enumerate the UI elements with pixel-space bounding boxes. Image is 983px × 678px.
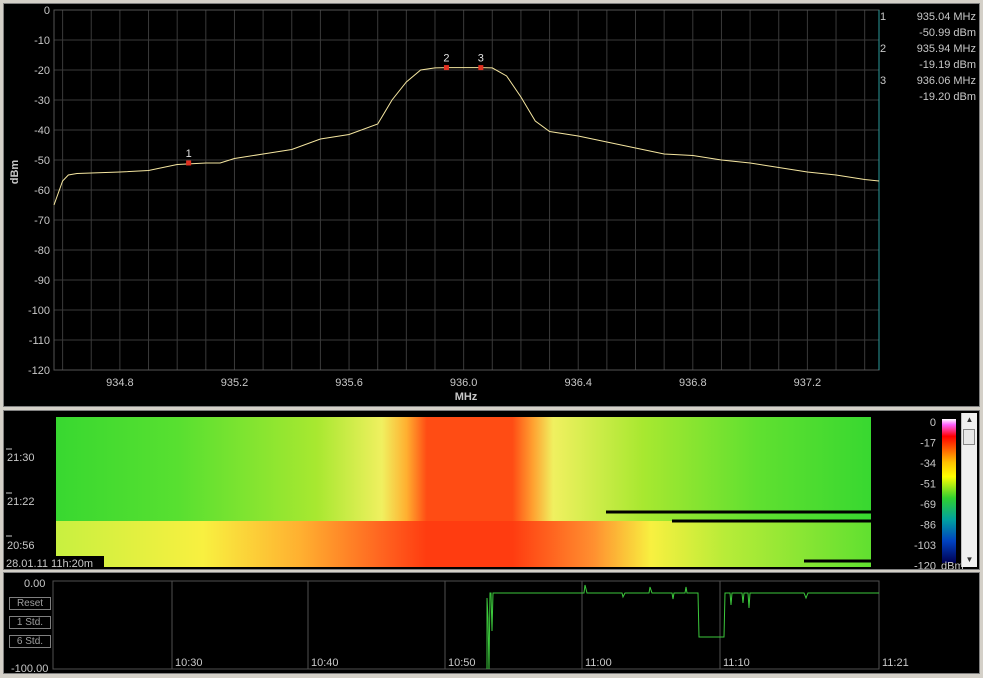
spectrum-panel[interactable]: 0 -10 -20 -30 -40 -50 -60 -70 -80 -90 -100 -110 -120… — [3, 3, 980, 407]
y-tick-label: -110 — [29, 335, 50, 347]
y-axis-label: dBm — [9, 160, 21, 185]
waterfall-time-label: 20:56 — [7, 540, 35, 552]
marker-2-level: -19.19 dBm — [919, 59, 976, 71]
marker-2-freq: 935.94 MHz — [916, 43, 976, 55]
waterfall-footer-timestamp: 28.01.11 11h:20m — [6, 558, 93, 569]
marker-1-point[interactable] — [186, 160, 192, 166]
history-time-label: 10:50 — [448, 657, 476, 669]
x-axis-label: MHz — [455, 391, 478, 403]
spectrum-y-ticks: 0 -10 -20 -30 -40 -50 -60 -70 -80 -90 -100 -110 -120 — [28, 5, 50, 377]
scroll-up-icon[interactable]: ▲ — [962, 413, 977, 427]
history-time-label: 10:30 — [175, 657, 203, 669]
x-tick-label: 935.2 — [221, 377, 249, 389]
y-tick-label: -60 — [34, 185, 50, 197]
color-scale-tick: -51 — [920, 479, 936, 491]
history-time-label: 11:10 — [723, 657, 750, 669]
color-scale-tick: -103 — [914, 540, 936, 552]
one-std-button[interactable]: 1 Std. — [9, 616, 51, 629]
marker-2-label: 2 — [443, 53, 449, 65]
y-tick-label: -20 — [34, 65, 50, 77]
color-scale-tick: -69 — [920, 499, 936, 511]
marker-1-level: -50.99 dBm — [919, 27, 976, 39]
scroll-down-icon[interactable]: ▼ — [962, 553, 977, 567]
history-time-label: 11:21 — [882, 657, 909, 669]
waterfall-chart[interactable]: 21:30 21:22 20:56 28.01.11 11h:20m 0 -17 -… — [4, 411, 979, 573]
color-scale-ticks: 0-17-34-51-69-86-103-120 dBm — [914, 417, 964, 573]
history-y-bottom: -100.00 — [11, 663, 48, 673]
x-tick-label: 936.4 — [564, 377, 592, 389]
y-tick-label: 0 — [44, 5, 50, 17]
waterfall-time-label: 21:22 — [7, 496, 35, 508]
marker-3-level: -19.20 dBm — [919, 91, 976, 103]
color-scale-tick: -86 — [920, 520, 936, 532]
history-y-top: 0.00 — [24, 578, 45, 590]
marker-1-freq: 935.04 MHz — [916, 11, 976, 23]
reset-button[interactable]: Reset — [9, 597, 51, 610]
y-tick-label: -80 — [34, 245, 50, 257]
marker-3-label: 3 — [478, 53, 484, 65]
x-tick-label: 935.6 — [335, 377, 363, 389]
history-time-label: 11:00 — [585, 657, 612, 669]
color-scale-tick: -34 — [920, 458, 936, 470]
y-tick-label: -70 — [34, 215, 50, 227]
waterfall-time-label: 21:30 — [7, 452, 35, 464]
spectrum-chart[interactable]: 0 -10 -20 -30 -40 -50 -60 -70 -80 -90 -100 -110 -120… — [4, 4, 979, 406]
y-tick-label: -40 — [34, 125, 50, 137]
history-time-label: 10:40 — [311, 657, 339, 669]
scroll-thumb[interactable] — [963, 429, 975, 445]
y-tick-label: -100 — [28, 305, 50, 317]
x-tick-label: 936.0 — [450, 377, 478, 389]
marker-1-label: 1 — [186, 148, 192, 160]
spectrum-trace — [53, 67, 880, 206]
marker-readout: 1 935.04 MHz -50.99 dBm 2 935.94 MHz -19… — [880, 9, 976, 109]
color-scale-bar — [942, 419, 956, 563]
history-trace — [486, 584, 879, 670]
marker-1-readout: 1 935.04 MHz -50.99 dBm — [880, 9, 976, 41]
y-tick-label: -120 — [28, 365, 50, 377]
spectrum-grid — [53, 9, 880, 371]
x-tick-label: 934.8 — [106, 377, 134, 389]
y-tick-label: -50 — [34, 155, 50, 167]
waterfall-recent-block — [56, 417, 871, 521]
x-tick-label: 936.8 — [679, 377, 707, 389]
marker-3-freq: 936.06 MHz — [916, 75, 976, 87]
waterfall-older-block — [56, 521, 871, 567]
y-tick-label: -10 — [34, 35, 50, 47]
color-scale-tick: -17 — [920, 438, 936, 450]
waterfall-scrollbar[interactable]: ▲ ▼ — [961, 413, 977, 567]
marker-2-point[interactable] — [443, 65, 449, 71]
marker-3-readout: 3 936.06 MHz -19.20 dBm — [880, 73, 976, 105]
marker-2-readout: 2 935.94 MHz -19.19 dBm — [880, 41, 976, 73]
color-scale-tick: -120 — [914, 561, 936, 570]
color-scale-tick: 0 — [930, 417, 936, 429]
six-std-button[interactable]: 6 Std. — [9, 635, 51, 648]
spectrum-x-ticks: 934.8 935.2 935.6 936.0 936.4 936.8 937.2 — [106, 377, 821, 389]
y-tick-label: -90 — [34, 275, 50, 287]
history-chart[interactable]: 0.00 -100.00 10:30 10:40 10:50 11:00 11:10 11… — [4, 573, 979, 675]
y-tick-label: -30 — [34, 95, 50, 107]
history-grid — [171, 581, 721, 669]
marker-3-point[interactable] — [478, 65, 484, 71]
history-panel[interactable]: 0.00 -100.00 10:30 10:40 10:50 11:00 11:10 11… — [3, 572, 980, 675]
waterfall-panel[interactable]: 21:30 21:22 20:56 28.01.11 11h:20m 0 -17 -… — [3, 410, 980, 573]
x-tick-label: 937.2 — [794, 377, 822, 389]
history-time-ticks: 10:30 10:40 10:50 11:00 11:10 11:21 — [175, 657, 909, 669]
